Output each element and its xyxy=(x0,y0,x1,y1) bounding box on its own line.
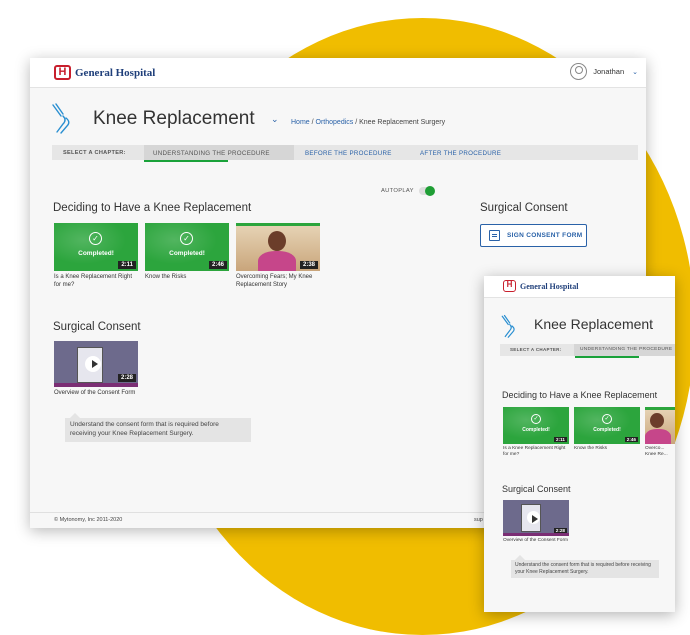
hospital-logo[interactable]: H General Hospital xyxy=(54,65,155,80)
active-tab-indicator xyxy=(144,160,228,162)
section-title: Surgical Consent xyxy=(53,321,141,333)
sidebar-title: Surgical Consent xyxy=(480,202,568,214)
hospital-logo-icon: H xyxy=(54,65,71,80)
video-duration: 2:28 xyxy=(117,374,136,382)
chapter-label: SELECT A CHAPTER: xyxy=(510,347,562,352)
tab-understanding[interactable]: UNDERSTANDING THE PROCEDURE xyxy=(574,344,675,356)
user-avatar-icon xyxy=(570,63,588,80)
video-thumbnail[interactable] xyxy=(645,407,675,444)
consent-form-icon xyxy=(489,230,500,241)
page-title: Knee Replacement xyxy=(93,108,255,129)
play-icon[interactable] xyxy=(527,511,540,524)
section-title: Deciding to Have a Knee Replacement xyxy=(53,202,252,214)
video-tooltip: Understand the consent form that is requ… xyxy=(65,413,251,442)
video-thumbnail[interactable]: 2:38 xyxy=(236,223,320,271)
breadcrumb-current: Knee Replacement Surgery xyxy=(359,119,446,126)
chapter-label: SELECT A CHAPTER: xyxy=(63,150,126,156)
video-duration: 2:38 xyxy=(299,261,318,269)
hospital-logo-icon: H xyxy=(503,280,516,292)
video-caption[interactable]: Overview of the Consent Form xyxy=(54,389,140,397)
video-caption[interactable]: Overcoming Fears; My Knee Replacement St… xyxy=(236,273,326,289)
check-circle-icon: ✓ xyxy=(180,232,193,245)
user-name: Jonathan xyxy=(593,67,625,76)
copyright: © Mytonomy, Inc 2011-2020 xyxy=(54,517,123,523)
tab-understanding[interactable]: UNDERSTANDING THE PROCEDURE xyxy=(144,145,294,160)
section-title: Deciding to Have a Knee Replacement xyxy=(502,390,658,400)
video-thumbnail[interactable]: 2:28 xyxy=(54,341,138,387)
completed-label: Completed! xyxy=(169,250,205,257)
promo-stage: H General Hospital Jonathan ⌄ Knee Repla… xyxy=(0,0,690,635)
check-circle-icon: ✓ xyxy=(89,232,102,245)
autoplay-control[interactable]: AUTOPLAY xyxy=(381,186,435,196)
knee-joint-icon xyxy=(501,314,515,338)
video-thumbnail[interactable]: ✓ Completed! 2:11 xyxy=(503,407,569,444)
completed-label: Completed! xyxy=(522,427,550,433)
tab-before[interactable]: BEFORE THE PROCEDURE xyxy=(305,150,392,157)
video-thumbnail[interactable]: 2:28 xyxy=(503,500,569,536)
video-thumbnail[interactable]: ✓ Completed! 2:46 xyxy=(145,223,229,271)
user-menu[interactable]: Jonathan ⌄ xyxy=(570,63,638,80)
completed-label: Completed! xyxy=(593,427,621,433)
video-duration: 2:11 xyxy=(118,261,136,269)
check-circle-icon: ✓ xyxy=(531,414,541,424)
hospital-name: General Hospital xyxy=(75,66,156,79)
progress-bar xyxy=(645,407,675,410)
section-title: Surgical Consent xyxy=(502,484,571,494)
breadcrumb-category[interactable]: Orthopedics xyxy=(316,119,354,126)
video-thumbnail[interactable]: ✓ Completed! 2:46 xyxy=(574,407,640,444)
support-link[interactable]: sup xyxy=(474,517,483,523)
progress-bar xyxy=(236,223,320,226)
active-tab-indicator xyxy=(575,356,639,358)
play-icon[interactable] xyxy=(85,356,101,372)
video-caption[interactable]: Know the Risks xyxy=(574,446,640,452)
knee-joint-icon xyxy=(52,103,70,134)
page-title: Knee Replacement xyxy=(534,316,654,332)
check-circle-icon: ✓ xyxy=(602,414,612,424)
video-duration: 2:46 xyxy=(208,261,227,269)
video-duration: 2:11 xyxy=(554,437,567,442)
video-caption[interactable]: Overco... Knee Re... xyxy=(645,446,675,459)
hospital-name: General Hospital xyxy=(520,281,579,291)
video-tooltip: Understand the consent form that is requ… xyxy=(511,555,659,578)
breadcrumb-home[interactable]: Home xyxy=(291,119,310,126)
video-duration: 2:46 xyxy=(624,437,638,442)
chevron-down-icon[interactable]: ⌄ xyxy=(632,68,638,76)
autoplay-toggle[interactable] xyxy=(418,186,435,196)
top-bar: H General Hospital Jonathan ⌄ xyxy=(30,58,646,88)
chevron-down-icon[interactable]: ⌄ xyxy=(271,114,279,125)
video-caption[interactable]: Is a Knee Replacement Right for me? xyxy=(54,273,140,289)
breadcrumb: Home / Orthopedics / Knee Replacement Su… xyxy=(291,119,446,126)
video-caption[interactable]: Overview of the Consent Form xyxy=(503,538,571,544)
chapter-bar: SELECT A CHAPTER: UNDERSTANDING THE PROC… xyxy=(500,344,675,356)
hospital-logo[interactable]: H General Hospital xyxy=(503,280,578,292)
mobile-window: H General Hospital Knee Replacement SELE… xyxy=(484,276,675,612)
mobile-top-bar: H General Hospital xyxy=(484,276,675,298)
video-duration: 2:28 xyxy=(553,528,567,533)
video-thumbnail[interactable]: ✓ Completed! 2:11 xyxy=(54,223,138,271)
tab-after[interactable]: AFTER THE PROCEDURE xyxy=(420,150,501,157)
chapter-bar: SELECT A CHAPTER: UNDERSTANDING THE PROC… xyxy=(52,145,638,160)
sign-consent-button[interactable]: SIGN CONSENT FORM xyxy=(480,224,587,247)
video-caption[interactable]: Is a Knee Replacement Right for me? xyxy=(503,446,571,459)
autoplay-label: AUTOPLAY xyxy=(381,188,414,194)
completed-label: Completed! xyxy=(78,250,114,257)
video-caption[interactable]: Know the Risks xyxy=(145,273,231,281)
